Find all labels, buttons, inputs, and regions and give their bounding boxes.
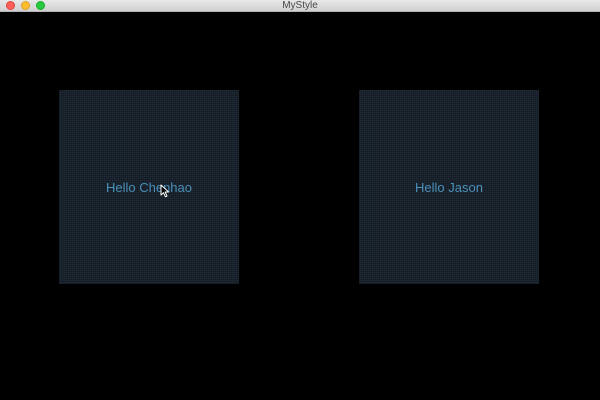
- card-chenhao[interactable]: Hello Chenhao: [59, 90, 239, 284]
- card-label: Hello Jason: [415, 179, 483, 195]
- window-title: MyStyle: [282, 0, 318, 11]
- window-content: Hello Chenhao Hello Jason: [0, 12, 600, 400]
- card-jason[interactable]: Hello Jason: [359, 90, 539, 284]
- mouse-pointer-icon: [160, 184, 170, 198]
- app-window: MyStyle Hello Chenhao Hello Jason: [0, 0, 600, 400]
- title-bar[interactable]: MyStyle: [0, 0, 600, 12]
- card-label: Hello Chenhao: [105, 179, 192, 195]
